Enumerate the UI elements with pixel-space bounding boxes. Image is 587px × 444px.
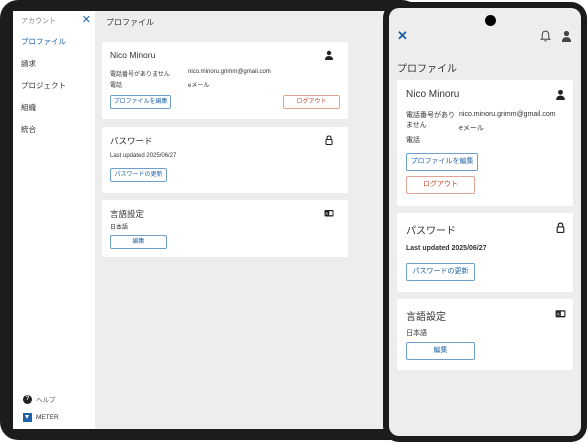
tablet-device: アカウント ✕ プロファイル 請求 プロジェクト 組織 統合 ? ヘルプ MET… <box>0 0 420 440</box>
language-value: 日本語 <box>110 225 129 231</box>
phone-profile-card: Nico Minoru 電話番号がありません 電話 nico.minoru.gr… <box>397 80 573 206</box>
sidebar-item-organization[interactable]: 組織 <box>21 103 91 125</box>
phone-password-last-updated: Last updated 2025/06/27 <box>406 245 487 252</box>
user-icon <box>556 89 565 100</box>
edit-language-button[interactable]: 編集 <box>110 235 167 249</box>
language-icon: A <box>324 210 334 217</box>
phone-profile-name: Nico Minoru <box>406 89 460 100</box>
phone-label: 電話 <box>110 83 123 89</box>
help-link[interactable]: ? ヘルプ <box>23 394 56 404</box>
phone-language-card: 言語設定 A 日本語 編集 <box>397 299 573 370</box>
close-icon[interactable]: ✕ <box>397 29 408 43</box>
tablet-screen: アカウント ✕ プロファイル 請求 プロジェクト 組織 統合 ? ヘルプ MET… <box>13 11 413 429</box>
lock-icon <box>325 135 333 145</box>
bell-icon[interactable] <box>540 30 551 42</box>
profile-name: Nico Minoru <box>110 50 156 60</box>
help-label: ヘルプ <box>36 397 56 404</box>
language-icon: A <box>555 310 566 318</box>
lock-icon <box>556 222 565 233</box>
phone-edit-language-button[interactable]: 編集 <box>406 342 475 360</box>
help-icon: ? <box>23 394 32 404</box>
update-password-button[interactable]: パスワードの更新 <box>110 168 167 182</box>
sidebar-title: アカウント <box>21 18 56 25</box>
phone-screen: ✕ プロファイル Nico Minoru 電話番号がありません 電話 nico.… <box>389 8 581 436</box>
edit-profile-button[interactable]: プロファイルを編集 <box>110 95 171 109</box>
phone-email-label: eメール <box>459 125 484 132</box>
phone-phone-value: 電話番号がありません <box>406 112 455 129</box>
sidebar-item-integrations[interactable]: 統合 <box>21 125 91 147</box>
sidebar-item-profile[interactable]: プロファイル <box>21 37 91 59</box>
phone-password-card: パスワード Last updated 2025/06/27 パスワードの更新 <box>397 213 573 292</box>
phone-email-value: nico.minoru.grimm@gmail.com <box>459 111 556 118</box>
sidebar-header: アカウント ✕ <box>21 14 91 30</box>
logout-button[interactable]: ログアウト <box>283 95 340 109</box>
sidebar: アカウント ✕ プロファイル 請求 プロジェクト 組織 統合 ? ヘルプ MET… <box>13 11 95 429</box>
password-title: パスワード <box>110 136 153 146</box>
phone-phone-label: 電話 <box>406 137 420 144</box>
language-card: 言語設定 A 日本語 編集 <box>102 200 348 257</box>
password-card: パスワード Last updated 2025/06/27 パスワードの更新 <box>102 127 348 193</box>
user-icon <box>325 50 333 60</box>
device-mockup-stage: アカウント ✕ プロファイル 請求 プロジェクト 組織 統合 ? ヘルプ MET… <box>0 0 587 444</box>
sidebar-close-icon[interactable]: ✕ <box>82 14 91 26</box>
phone-language-value: 日本語 <box>406 330 427 337</box>
brand-name: METER <box>36 414 59 421</box>
svg-text:A: A <box>325 211 328 216</box>
brand: METER <box>23 413 59 422</box>
sidebar-item-billing[interactable]: 請求 <box>21 59 91 81</box>
page-title: プロファイル <box>106 18 154 27</box>
meter-logo-icon <box>23 413 32 422</box>
phone-value: 電話番号がありません <box>110 72 170 78</box>
password-last-updated: Last updated 2025/06/27 <box>110 153 177 159</box>
email-label: eメール <box>188 83 210 89</box>
phone-device: ✕ プロファイル Nico Minoru 電話番号がありません 電話 nico.… <box>383 2 587 442</box>
phone-password-title: パスワード <box>406 226 456 237</box>
phone-update-password-button[interactable]: パスワードの更新 <box>406 263 475 281</box>
phone-edit-profile-button[interactable]: プロファイルを編集 <box>406 153 478 171</box>
phone-logout-button[interactable]: ログアウト <box>406 176 475 194</box>
language-title: 言語設定 <box>110 209 145 219</box>
sidebar-nav: プロファイル 請求 プロジェクト 組織 統合 <box>21 37 91 147</box>
sidebar-item-projects[interactable]: プロジェクト <box>21 81 91 103</box>
phone-page-title: プロファイル <box>397 64 457 75</box>
phone-language-title: 言語設定 <box>406 312 446 323</box>
profile-card: Nico Minoru 電話番号がありません 電話 nico.minoru.gr… <box>102 42 348 119</box>
email-value: nico.minoru.grimm@gmail.com <box>188 69 271 75</box>
account-icon[interactable] <box>561 30 572 42</box>
